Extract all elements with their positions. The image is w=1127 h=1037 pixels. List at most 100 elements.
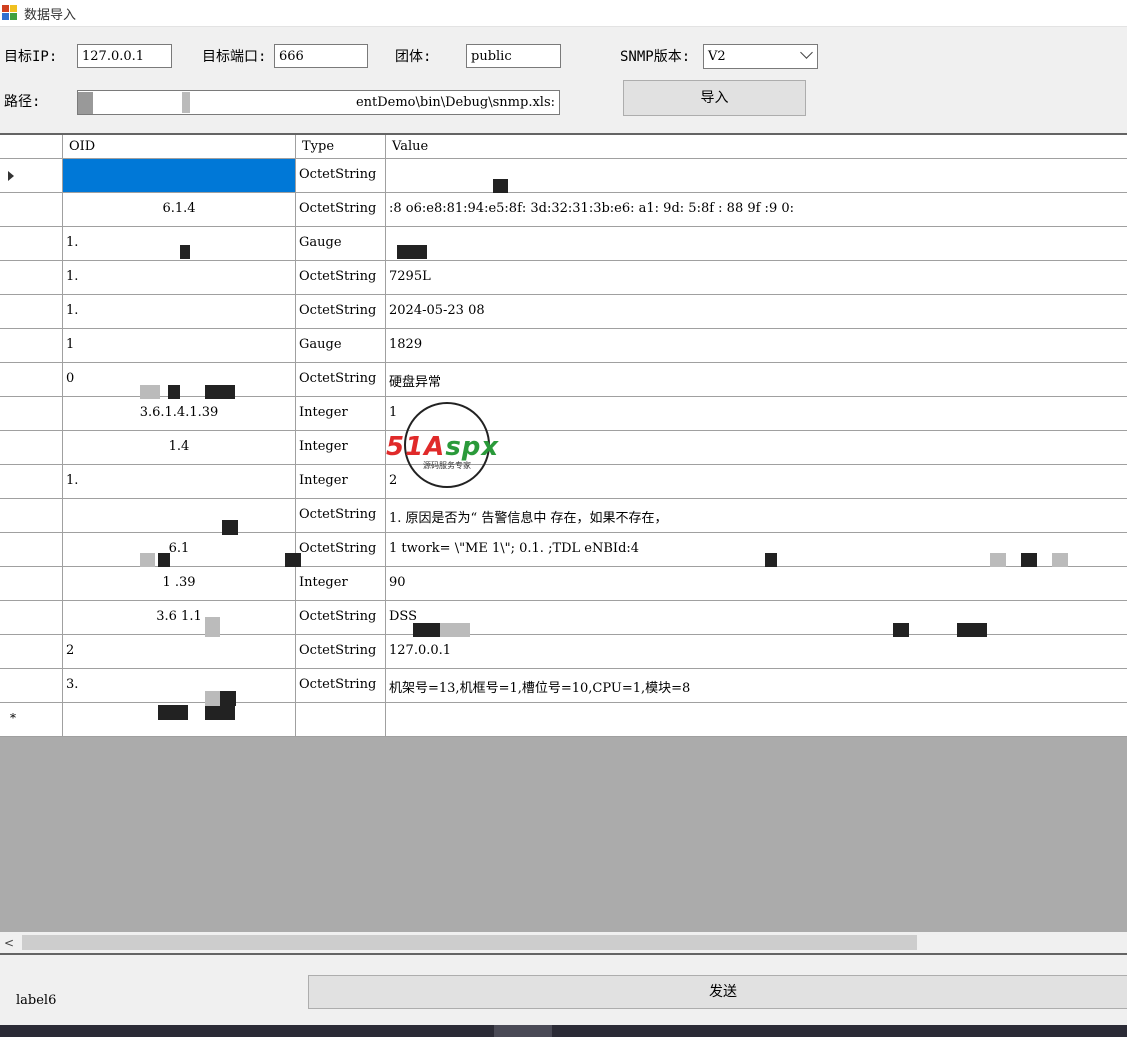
row-header[interactable] [0, 193, 63, 226]
type-cell[interactable]: OctetString [296, 601, 386, 634]
type-cell[interactable]: OctetString [296, 499, 386, 532]
redaction-block [493, 179, 508, 193]
community-input[interactable]: public [466, 44, 561, 68]
row-header[interactable] [0, 397, 63, 430]
table-row[interactable]: 1 Gauge 1829 [0, 329, 1127, 363]
current-row-icon [8, 171, 14, 181]
table-row[interactable]: 6.1.4 OctetString:8 o6:e8:81:94:e5:8f: 3d… [0, 193, 1127, 227]
send-button[interactable]: 发送 [308, 975, 1127, 1009]
type-cell[interactable]: OctetString [296, 261, 386, 294]
table-row[interactable]: 1. OctetString 2024-05-23 08 [0, 295, 1127, 329]
type-cell[interactable]: OctetString [296, 635, 386, 668]
type-cell[interactable]: OctetString [296, 363, 386, 396]
value-cell[interactable]: 硬盘异常 [386, 363, 1127, 396]
value-cell[interactable]: 2024-05-23 08 [386, 295, 1127, 328]
port-input[interactable]: 666 [274, 44, 368, 68]
row-header[interactable] [0, 431, 63, 464]
value-cell[interactable]: 机架号=13,机框号=1,槽位号=10,CPU=1,模块=8 [386, 669, 1127, 702]
oid-cell[interactable]: 3.6 1.1 [63, 601, 296, 634]
type-cell[interactable]: Integer [296, 431, 386, 464]
row-header[interactable] [0, 159, 63, 192]
value-cell[interactable]: :8 o6:e8:81:94:e5:8f: 3d:32:31:3b:e6: a1… [386, 193, 1127, 226]
table-row[interactable]: 1. Gauge [0, 227, 1127, 261]
table-row[interactable]: 1 .39 Integer 90 [0, 567, 1127, 601]
row-header[interactable] [0, 261, 63, 294]
snmp-version-value: V2 [708, 49, 726, 64]
row-header[interactable] [0, 533, 63, 566]
table-row[interactable]: 3.6.1.4.1.39 Integer 1 [0, 397, 1127, 431]
oid-cell[interactable]: 1 [63, 329, 296, 362]
value-cell[interactable]: 1 twork= \"ME 1\"; 0.1. ;TDL eNBId:4 [386, 533, 1127, 566]
column-header-type[interactable]: Type [296, 135, 386, 158]
row-header[interactable] [0, 329, 63, 362]
redaction-block [1052, 553, 1068, 567]
type-cell[interactable]: Gauge [296, 227, 386, 260]
oid-cell[interactable]: 1. [63, 465, 296, 498]
column-header-oid[interactable]: OID [63, 135, 296, 158]
scroll-left-icon[interactable]: < [4, 936, 14, 950]
redaction-block [990, 553, 1006, 567]
table-row[interactable]: OctetString [0, 159, 1127, 193]
redaction-block [413, 623, 443, 637]
type-cell[interactable]: Gauge [296, 329, 386, 362]
oid-cell[interactable]: 6.1 [63, 533, 296, 566]
scrollbar-thumb[interactable] [22, 935, 917, 950]
type-cell[interactable]: OctetString [296, 533, 386, 566]
path-value: .entDemo\bin\Debug\snmp.xls: [351, 95, 555, 110]
type-cell[interactable]: OctetString [296, 669, 386, 702]
value-cell[interactable] [386, 703, 1127, 736]
row-header[interactable]: * [0, 703, 63, 736]
value-cell[interactable]: 127.0.0.1 [386, 635, 1127, 668]
redaction-block [180, 245, 190, 259]
table-row[interactable]: 1. Integer 2 [0, 465, 1127, 499]
oid-cell[interactable]: 6.1.4 [63, 193, 296, 226]
row-header[interactable] [0, 567, 63, 600]
row-header[interactable] [0, 601, 63, 634]
redaction-block [205, 617, 220, 637]
table-row[interactable]: OctetString 1. 原因是否为“ 告警信息中 存在，如果不存在， [0, 499, 1127, 533]
redaction-block [168, 385, 180, 399]
oid-cell[interactable]: 3.6.1.4.1.39 [63, 397, 296, 430]
import-button[interactable]: 导入 [623, 80, 806, 116]
oid-cell[interactable]: 1. [63, 295, 296, 328]
value-cell[interactable]: DSS [386, 601, 1127, 634]
ip-label: 目标IP: [4, 49, 58, 65]
type-cell[interactable]: Integer [296, 567, 386, 600]
row-header[interactable] [0, 227, 63, 260]
type-cell[interactable]: Integer [296, 465, 386, 498]
oid-cell[interactable] [63, 499, 296, 532]
redaction-block [140, 553, 155, 567]
table-row[interactable]: 1.4 Integer [0, 431, 1127, 465]
row-header[interactable] [0, 499, 63, 532]
value-cell[interactable]: 1. 原因是否为“ 告警信息中 存在，如果不存在， [386, 499, 1127, 532]
column-header-value[interactable]: Value [386, 135, 1127, 158]
value-cell[interactable] [386, 227, 1127, 260]
redaction-block [220, 691, 236, 706]
type-cell[interactable]: OctetString [296, 159, 386, 192]
value-cell[interactable]: 90 [386, 567, 1127, 600]
row-header[interactable] [0, 363, 63, 396]
snmp-version-select[interactable]: V2 [703, 44, 818, 69]
row-header[interactable] [0, 295, 63, 328]
taskbar-item[interactable] [494, 1025, 552, 1037]
oid-cell[interactable]: 1.4 [63, 431, 296, 464]
type-cell[interactable]: Integer [296, 397, 386, 430]
value-cell[interactable]: 7295L [386, 261, 1127, 294]
oid-cell[interactable] [63, 159, 296, 192]
oid-cell[interactable]: 1 .39 [63, 567, 296, 600]
redaction-block [893, 623, 909, 637]
value-cell[interactable]: 1829 [386, 329, 1127, 362]
type-cell[interactable] [296, 703, 386, 736]
data-grid[interactable]: OID Type Value OctetString 6.1.4 OctetStri… [0, 133, 1127, 935]
table-row[interactable]: 1. OctetString 7295L [0, 261, 1127, 295]
ip-input[interactable]: 127.0.0.1 [77, 44, 172, 68]
type-cell[interactable]: OctetString [296, 295, 386, 328]
type-cell[interactable]: OctetString [296, 193, 386, 226]
redaction-block [205, 691, 220, 706]
horizontal-scrollbar[interactable]: < [0, 932, 1127, 955]
row-header[interactable] [0, 465, 63, 498]
row-header[interactable] [0, 669, 63, 702]
row-header[interactable] [0, 635, 63, 668]
oid-cell[interactable]: 1. [63, 261, 296, 294]
redaction-block [140, 385, 160, 399]
